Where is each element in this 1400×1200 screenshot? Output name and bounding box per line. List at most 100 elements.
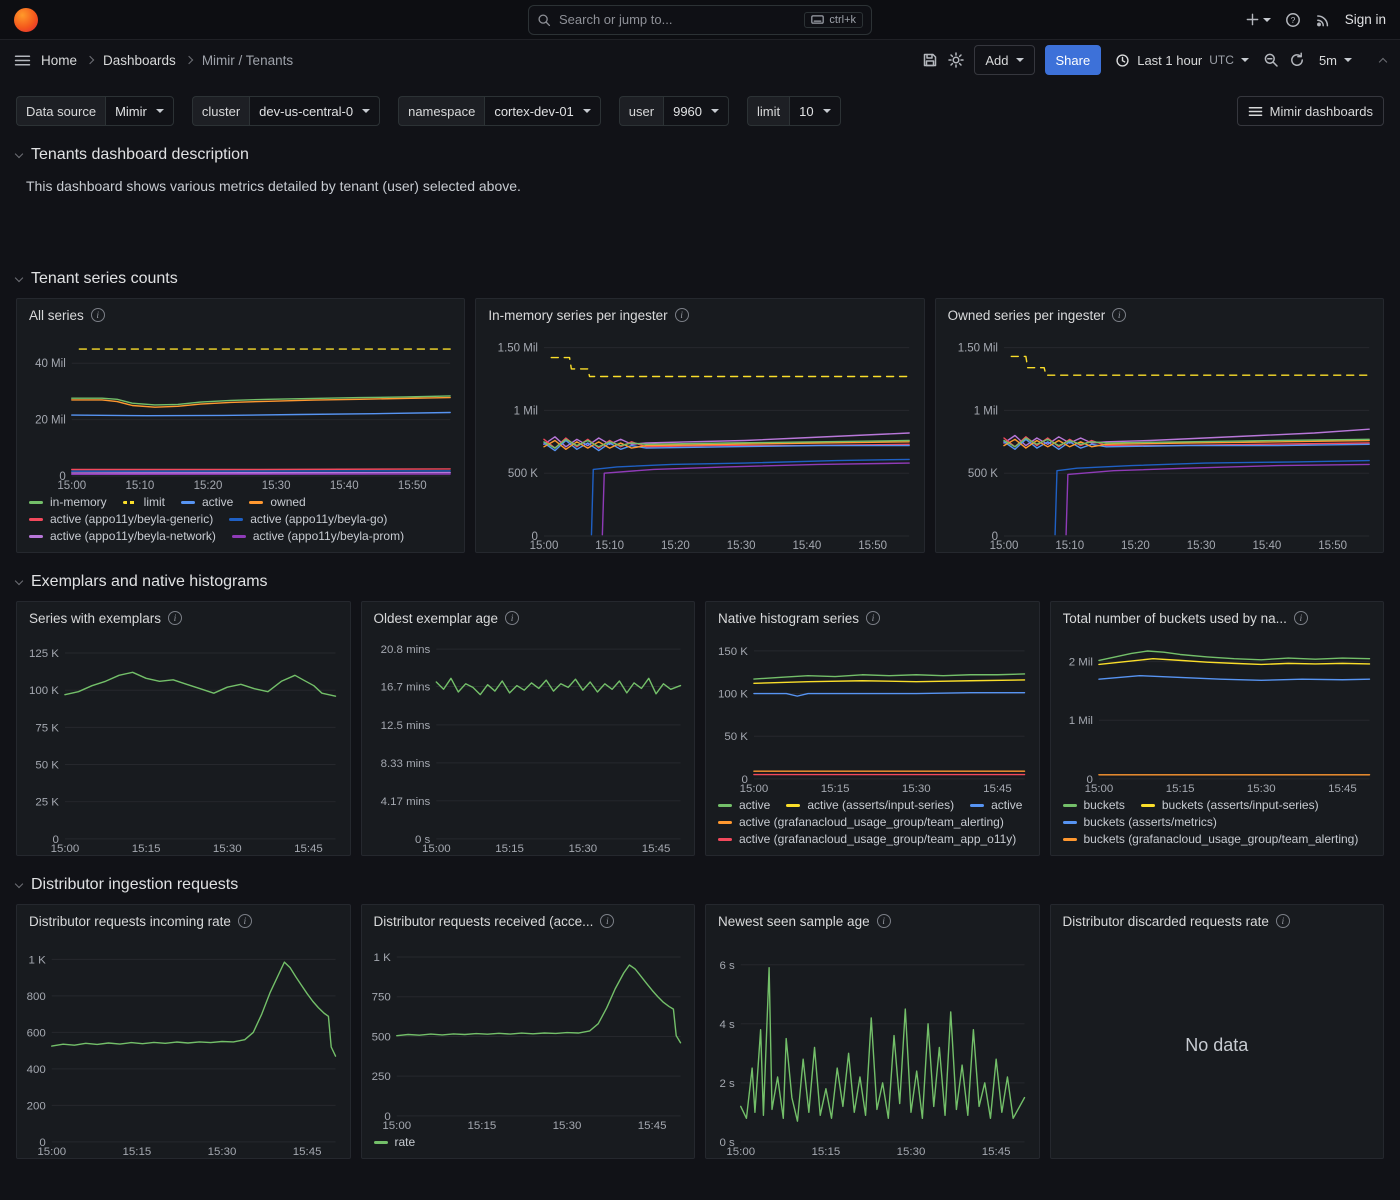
panel-header[interactable]: In-memory series per ingester i bbox=[476, 299, 923, 327]
variable-user[interactable]: user 9960 bbox=[619, 96, 729, 126]
panel-header[interactable]: Total number of buckets used by na... i bbox=[1051, 602, 1384, 630]
panel: In-memory series per ingester i 0500 K1 … bbox=[475, 298, 924, 553]
panel: Series with exemplars i 025 K50 K75 K100… bbox=[16, 601, 351, 856]
legend-item[interactable]: rate bbox=[374, 1135, 416, 1149]
legend-label: buckets (asserts/input-series) bbox=[1162, 798, 1319, 812]
variable-namespace[interactable]: namespace cortex-dev-01 bbox=[398, 96, 601, 126]
panel-header[interactable]: Newest seen sample age i bbox=[706, 905, 1039, 933]
info-icon[interactable]: i bbox=[600, 914, 614, 928]
zoom-out-icon bbox=[1263, 52, 1279, 68]
legend-item[interactable]: limit bbox=[123, 495, 165, 509]
dashboard-settings-button[interactable] bbox=[948, 52, 964, 68]
panel-header[interactable]: Distributor requests incoming rate i bbox=[17, 905, 350, 933]
info-icon[interactable]: i bbox=[877, 914, 891, 928]
legend-item[interactable]: active bbox=[718, 798, 770, 812]
news-button[interactable] bbox=[1315, 12, 1331, 28]
variable-cluster[interactable]: cluster dev-us-central-0 bbox=[192, 96, 380, 126]
mega-menu-toggle[interactable] bbox=[14, 52, 31, 69]
refresh-button[interactable] bbox=[1289, 52, 1305, 68]
legend: buckets buckets (asserts/input-series) buc… bbox=[1051, 795, 1384, 855]
legend-item[interactable]: active (appo11y/beyla-network) bbox=[29, 529, 216, 543]
refresh-interval-picker[interactable]: 5m bbox=[1315, 45, 1356, 75]
new-menu-button[interactable] bbox=[1245, 12, 1271, 27]
chevron-down-icon bbox=[583, 109, 591, 113]
legend-label: active bbox=[202, 495, 233, 509]
breadcrumb-dashboards[interactable]: Dashboards bbox=[103, 53, 176, 68]
panel-header[interactable]: Oldest exemplar age i bbox=[362, 602, 695, 630]
legend-item[interactable]: active (appo11y/beyla-go) bbox=[229, 512, 387, 526]
info-icon[interactable]: i bbox=[866, 611, 880, 625]
svg-text:?: ? bbox=[1290, 15, 1295, 25]
info-icon[interactable]: i bbox=[238, 914, 252, 928]
chevron-down-icon bbox=[15, 576, 23, 584]
info-icon[interactable]: i bbox=[91, 308, 105, 322]
breadcrumb-current: Mimir / Tenants bbox=[202, 53, 293, 68]
panel-header[interactable]: All series i bbox=[17, 299, 464, 327]
legend-item[interactable]: active bbox=[970, 798, 1022, 812]
info-icon[interactable]: i bbox=[675, 308, 689, 322]
panel: Newest seen sample age i 0 s2 s4 s6 s15:… bbox=[705, 904, 1040, 1159]
plus-icon bbox=[1245, 12, 1260, 27]
legend-item[interactable]: buckets (asserts/input-series) bbox=[1141, 798, 1319, 812]
zoom-out-button[interactable] bbox=[1263, 52, 1279, 68]
chevron-down-icon bbox=[15, 273, 23, 281]
mimir-dashboards-button[interactable]: Mimir dashboards bbox=[1237, 96, 1384, 126]
panel-header[interactable]: Native histogram series i bbox=[706, 602, 1039, 630]
panel-title: In-memory series per ingester bbox=[488, 308, 667, 323]
legend-item[interactable]: buckets bbox=[1063, 798, 1125, 812]
legend-item[interactable]: in-memory bbox=[29, 495, 107, 509]
section-header-distributor[interactable]: Distributor ingestion requests bbox=[16, 876, 1384, 894]
legend-label: active (appo11y/beyla-go) bbox=[250, 512, 387, 526]
legend-item[interactable]: owned bbox=[249, 495, 305, 509]
panel-header[interactable]: Owned series per ingester i bbox=[936, 299, 1383, 327]
panel-header[interactable]: Distributor requests received (acce... i bbox=[362, 905, 695, 933]
add-panel-button[interactable]: Add bbox=[974, 45, 1034, 75]
save-dashboard-button[interactable] bbox=[922, 52, 938, 68]
legend-item[interactable]: active (grafanacloud_usage_group/team_al… bbox=[718, 815, 1004, 829]
variable-data-source[interactable]: Data source Mimir bbox=[16, 96, 174, 126]
legend-swatch bbox=[229, 518, 243, 521]
legend-label: active (grafanacloud_usage_group/team_al… bbox=[739, 815, 1004, 829]
legend-item[interactable]: active (appo11y/beyla-prom) bbox=[232, 529, 404, 543]
legend-swatch bbox=[1141, 804, 1155, 807]
variable-label: cluster bbox=[192, 96, 249, 126]
info-icon[interactable]: i bbox=[1294, 611, 1308, 625]
info-icon[interactable]: i bbox=[1112, 308, 1126, 322]
hamburger-icon bbox=[14, 52, 31, 69]
search-bar[interactable]: Search or jump to... ctrl+k bbox=[528, 5, 872, 35]
panel-title: Newest seen sample age bbox=[718, 914, 870, 929]
info-icon[interactable]: i bbox=[168, 611, 182, 625]
clock-icon bbox=[1115, 53, 1130, 68]
legend-item[interactable]: active (grafanacloud_usage_group/team_ap… bbox=[718, 832, 1016, 846]
grafana-logo[interactable] bbox=[14, 8, 38, 32]
variable-limit[interactable]: limit 10 bbox=[747, 96, 841, 126]
share-button[interactable]: Share bbox=[1045, 45, 1102, 75]
panel-header[interactable]: Series with exemplars i bbox=[17, 602, 350, 630]
legend-swatch bbox=[123, 501, 137, 504]
panel-header[interactable]: Distributor discarded requests rate i bbox=[1051, 905, 1384, 933]
legend-item[interactable]: buckets (asserts/metrics) bbox=[1063, 815, 1217, 829]
search-shortcut: ctrl+k bbox=[804, 12, 863, 28]
variables-row: Data source Mimir cluster dev-us-central… bbox=[16, 96, 1384, 126]
help-icon: ? bbox=[1285, 12, 1301, 28]
keyboard-icon bbox=[811, 14, 824, 25]
no-data-text: No data bbox=[1051, 933, 1384, 1158]
sign-in-button[interactable]: Sign in bbox=[1345, 12, 1386, 27]
legend-item[interactable]: active (asserts/input-series) bbox=[786, 798, 954, 812]
section-title: Distributor ingestion requests bbox=[31, 876, 238, 894]
collapse-toolbar-button[interactable] bbox=[1380, 56, 1386, 65]
section-header-description[interactable]: Tenants dashboard description bbox=[16, 146, 1384, 164]
info-icon[interactable]: i bbox=[505, 611, 519, 625]
breadcrumb-home[interactable]: Home bbox=[41, 53, 77, 68]
time-range-picker[interactable]: Last 1 hour UTC bbox=[1111, 45, 1253, 75]
no-data-text bbox=[706, 933, 1039, 1158]
info-icon[interactable]: i bbox=[1276, 914, 1290, 928]
section-header-tenant-series-counts[interactable]: Tenant series counts bbox=[16, 270, 1384, 288]
legend-item[interactable]: active bbox=[181, 495, 233, 509]
section-title: Tenants dashboard description bbox=[31, 146, 249, 164]
help-button[interactable]: ? bbox=[1285, 12, 1301, 28]
legend-item[interactable]: active (appo11y/beyla-generic) bbox=[29, 512, 213, 526]
legend-swatch bbox=[29, 518, 43, 521]
section-header-exemplars[interactable]: Exemplars and native histograms bbox=[16, 573, 1384, 591]
legend-item[interactable]: buckets (grafanacloud_usage_group/team_a… bbox=[1063, 832, 1359, 846]
